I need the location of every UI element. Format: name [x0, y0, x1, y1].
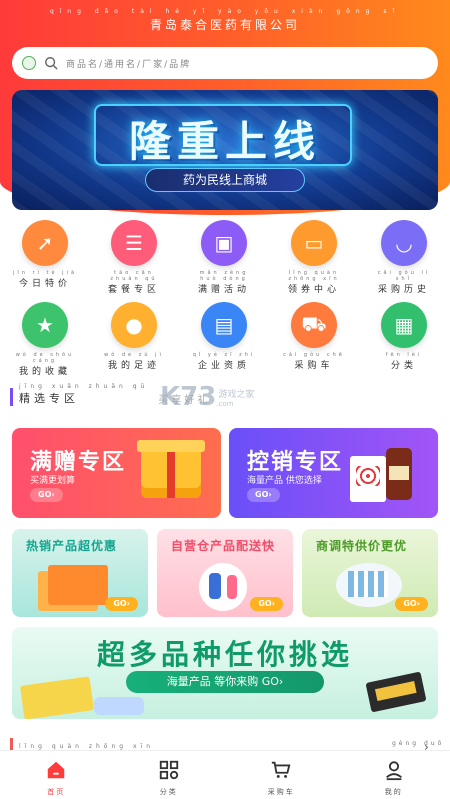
go-button[interactable]: GO›: [250, 597, 283, 611]
section-accent-bar: [10, 388, 13, 406]
grid-item-coupons[interactable]: ▭ lǐng quàn zhōng xīn 领券中心: [279, 220, 349, 295]
watermark: K73 游戏之家 .com: [160, 382, 254, 412]
go-button[interactable]: GO›: [105, 597, 138, 611]
grid-label: 我的足迹: [107, 361, 160, 371]
grid-label: 分类: [390, 361, 417, 371]
pharmacy-illustration: [336, 563, 402, 607]
company-name: 青岛泰合医药有限公司: [149, 18, 300, 32]
category-icon: ▦: [381, 302, 427, 348]
promo-hot-sales[interactable]: 热销产品超优惠 GO›: [12, 529, 148, 617]
grid-label: 我的收藏: [18, 367, 71, 377]
promo-subtitle: 海量产品 供您选择: [247, 476, 322, 486]
promo-title: 热销产品超优惠: [26, 539, 118, 553]
grid-label: 采购历史: [377, 285, 430, 295]
grid-label: 满赠活动: [197, 285, 250, 295]
grid-label: 今日特价: [18, 279, 71, 289]
mask-illustration: [94, 697, 144, 715]
tab-cart[interactable]: 采购车: [225, 751, 338, 799]
coupon-icon: ▭: [291, 220, 337, 266]
promo-full-gift[interactable]: 满赠专区 买满更划算 GO›: [12, 428, 221, 518]
search-bar[interactable]: 商品名/通用名/厂家/品牌: [12, 47, 438, 79]
banner-title: 隆重上线: [128, 117, 321, 166]
star-icon: ★: [22, 302, 68, 348]
promo-title: 控销专区: [247, 450, 344, 475]
banner-subtitle: 药为民线上商城: [145, 168, 305, 192]
tab-label: 我的: [384, 788, 403, 796]
watermark-logo: K73: [160, 382, 217, 412]
section-title-pinyin: lǐng quàn zhōng xīn: [19, 743, 155, 750]
grid-item-category[interactable]: ▦ fēn lèi 分类: [369, 302, 439, 371]
promo-subtitle: 买满更划算: [30, 476, 76, 486]
boxes-illustration: [48, 565, 108, 605]
grid-label-pinyin: tào cān zhuān qū: [110, 270, 158, 282]
footprint-icon: ●: [111, 302, 157, 348]
pharmacy-logo-icon: [22, 56, 36, 70]
banner-carousel[interactable]: 隆重上线 药为民线上商城: [12, 90, 438, 210]
home-icon: [48, 761, 65, 779]
go-button[interactable]: GO›: [247, 488, 280, 502]
grid-item-cart[interactable]: ⛟ cǎi gòu chē 采购车: [279, 302, 349, 371]
grid-item-qualifications[interactable]: ▤ qǐ yè zī zhì 企业资质: [189, 302, 259, 371]
basket-icon: ◡: [381, 220, 427, 266]
gift-icon: ▣: [201, 220, 247, 266]
user-icon: [385, 761, 402, 781]
tab-profile[interactable]: 我的: [338, 751, 450, 799]
rocket-icon: ➚: [22, 220, 68, 266]
section-title-pinyin: jīng xuǎn zhuān qū: [19, 383, 149, 390]
watermark-url: .com: [216, 399, 234, 408]
grid-label-pinyin: cǎi gòu lì shǐ: [377, 270, 431, 282]
book-icon: ▤: [201, 302, 247, 348]
variety-banner-button[interactable]: 海量产品 等你来购 GO›: [126, 671, 324, 693]
variety-banner[interactable]: 超多品种任你挑选 海量产品 等你来购 GO›: [12, 627, 438, 719]
section-title: 精选专区: [19, 392, 79, 405]
grid-item-today-deals[interactable]: ➚ jīn rì tè jià 今日特价: [10, 220, 80, 289]
tab-label: 首页: [47, 788, 66, 796]
grid-item-footprints[interactable]: ● wǒ de zú jì 我的足迹: [99, 302, 169, 371]
promo-title: 自营仓产品配送快: [171, 539, 276, 553]
cart-icon: ⛟: [291, 302, 337, 348]
tab-home[interactable]: 首页: [0, 751, 113, 799]
promo-special-price[interactable]: 商调特供价更优 GO›: [302, 529, 438, 617]
company-pinyin: qīng dǎo tài hé yī yào yǒu xiàn gōng sī: [49, 8, 401, 15]
grid-label-pinyin: wǒ de shōu cáng: [15, 352, 75, 364]
promo-title: 满赠专区: [30, 450, 127, 475]
grid-item-package[interactable]: ☰ tào cān zhuān qū 套餐专区: [99, 220, 169, 295]
watermark-text: 游戏之家: [218, 389, 255, 400]
grid-item-favorites[interactable]: ★ wǒ de shōu cáng 我的收藏: [10, 302, 80, 377]
go-button[interactable]: GO›: [30, 488, 63, 502]
more-link[interactable]: gèng duō: [392, 740, 444, 747]
grid-item-purchase-history[interactable]: ◡ cǎi gòu lì shǐ 采购历史: [369, 220, 439, 295]
gift-box-icon: [137, 440, 205, 498]
grid-item-full-gift[interactable]: ▣ mǎn zèng huò dòng 满赠活动: [189, 220, 259, 295]
grid-label-pinyin: mǎn zèng huò dòng: [199, 270, 249, 282]
tab-label: 分类: [159, 788, 178, 796]
grid-label: 领券中心: [287, 285, 340, 295]
go-button[interactable]: GO›: [395, 597, 428, 611]
category-icon: [159, 760, 178, 780]
grid-label: 企业资质: [197, 361, 250, 371]
section-header-coupons: lǐng quàn zhōng xīn: [10, 738, 154, 750]
delivery-illustration: [199, 563, 247, 611]
product-box-illustration: [19, 676, 95, 719]
tab-category[interactable]: 分类: [113, 751, 226, 799]
bottom-tab-bar: 首页 分类 采购车 我的: [0, 750, 450, 799]
grid-label: 采购车: [294, 361, 334, 371]
product-box-illustration: [365, 671, 427, 713]
layers-icon: ☰: [111, 220, 157, 266]
search-placeholder: 商品名/通用名/厂家/品牌: [66, 59, 192, 70]
search-icon: [45, 57, 58, 70]
tab-label: 采购车: [267, 788, 295, 796]
promo-self-warehouse[interactable]: 自营仓产品配送快 GO›: [157, 529, 293, 617]
grid-label: 套餐专区: [107, 285, 160, 295]
variety-banner-title: 超多品种任你挑选: [96, 638, 353, 671]
promo-title: 商调特供价更优: [316, 539, 408, 553]
section-accent-bar: [10, 738, 13, 750]
cart-icon: [272, 761, 291, 778]
medicine-icon: [350, 448, 414, 504]
promo-controlled-sales[interactable]: 控销专区 海量产品 供您选择 GO›: [229, 428, 438, 518]
grid-label-pinyin: lǐng quàn zhōng xīn: [288, 270, 340, 282]
company-header: qīng dǎo tài hé yī yào yǒu xiàn gōng sī …: [0, 8, 450, 33]
